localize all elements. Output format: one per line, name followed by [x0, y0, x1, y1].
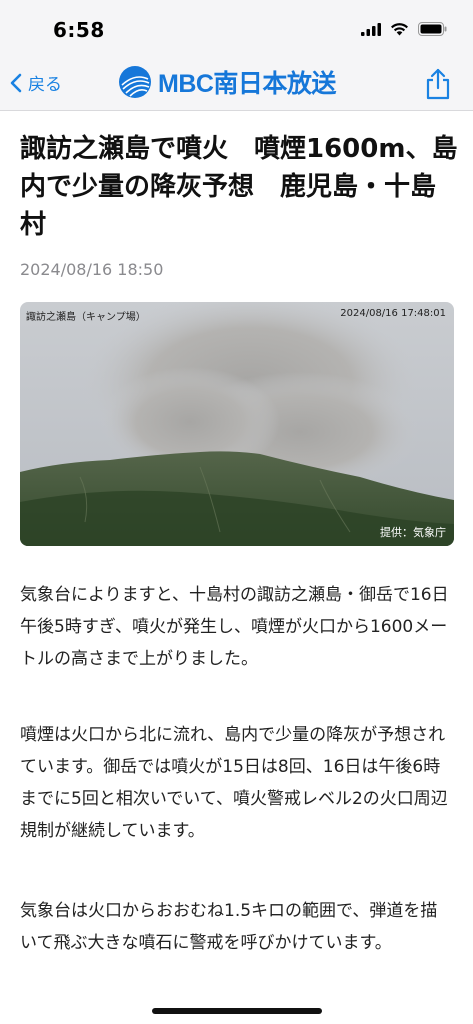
back-label: 戻る: [28, 75, 62, 95]
article-paragraph-3: 気象台は火口からおおむね1.5キロの範囲で、弾道を描いて飛ぶ大きな噴石に警戒を呼…: [20, 901, 438, 953]
logo-text: MBC南日本放送: [158, 70, 336, 98]
camera-location-label: 諏訪之瀬島（キャンプ場）: [26, 312, 146, 323]
cellular-signal-icon: [361, 22, 381, 36]
article-date: 2024/08/16 18:50: [20, 260, 164, 279]
article-title: 諏訪之瀬島で噴火 噴煙1600m、島内で少量の降灰予想 鹿児島・十島村: [20, 134, 458, 240]
status-bar: 6:58: [0, 0, 473, 58]
battery-icon: [418, 22, 447, 36]
photo-credit: 提供：気象庁: [380, 526, 446, 539]
volcano-photo-image: [20, 302, 454, 546]
wifi-icon: [391, 23, 408, 36]
status-time: 6:58: [53, 18, 105, 42]
status-icons: [361, 22, 447, 36]
article-paragraph-1: 気象台によりますと、十島村の諏訪之瀬島・御岳で16日午後5時すぎ、噴火が発生し、…: [20, 585, 449, 669]
chevron-left-icon: [10, 73, 22, 92]
share-button[interactable]: [425, 68, 451, 104]
mbc-logo: MBC南日本放送: [118, 64, 336, 100]
home-indicator[interactable]: [152, 1008, 322, 1014]
mbc-globe-icon: [119, 66, 151, 98]
navigation-bar: 戻る MBC南日本放送: [0, 58, 473, 111]
article-photo: 諏訪之瀬島（キャンプ場） 2024/08/16 17:48:01 提供：気象庁: [20, 302, 454, 546]
share-icon: [426, 68, 450, 100]
camera-timestamp: 2024/08/16 17:48:01: [340, 308, 446, 319]
article-paragraph-2: 噴煙は火口から北に流れ、島内で少量の降灰が予想されています。御岳では噴火が15日…: [20, 725, 448, 841]
back-button[interactable]: 戻る: [10, 70, 62, 95]
